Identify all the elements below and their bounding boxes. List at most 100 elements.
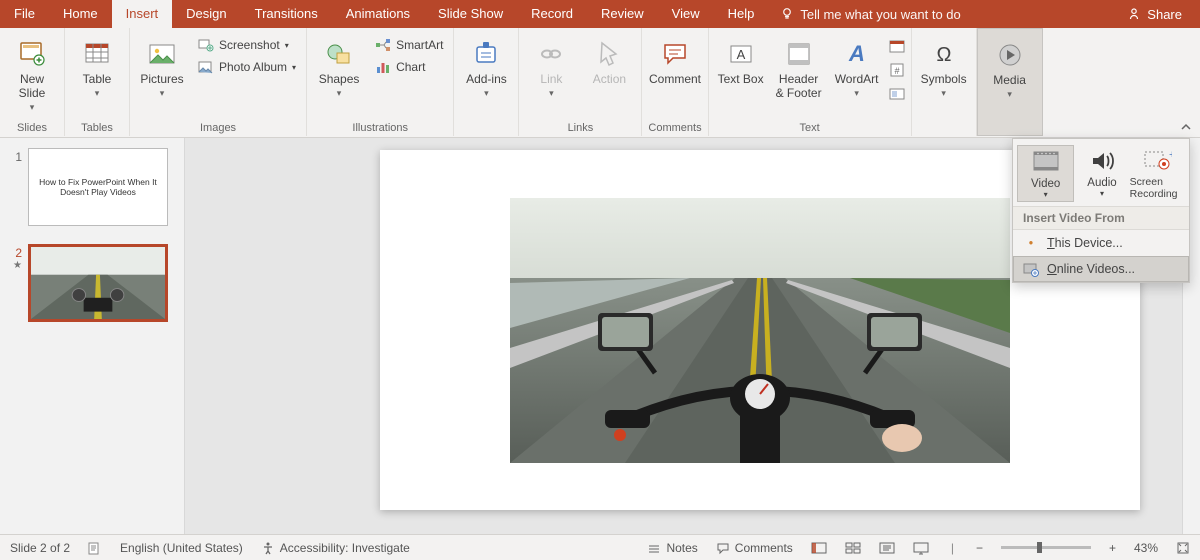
pictures-button[interactable]: Pictures ▾: [136, 36, 188, 100]
new-slide-label: New Slide: [8, 73, 56, 101]
comment-button[interactable]: Comment: [649, 36, 701, 89]
tell-me-search[interactable]: Tell me what you want to do: [768, 7, 972, 22]
photo-album-button[interactable]: Photo Album ▾: [194, 58, 300, 76]
ribbon: New Slide ▾ Slides Table ▾ Tables Pictur: [0, 28, 1200, 138]
share-icon: [1127, 7, 1141, 21]
share-button[interactable]: Share: [1109, 7, 1200, 22]
tab-record[interactable]: Record: [517, 0, 587, 28]
this-device-label: This Device...: [1047, 236, 1123, 250]
comments-button[interactable]: Comments: [716, 541, 793, 555]
slide-counter[interactable]: Slide 2 of 2: [10, 541, 70, 555]
slide1-title: How to Fix PowerPoint When It Doesn't Pl…: [33, 177, 163, 197]
chevron-down-icon: ▾: [95, 88, 100, 98]
audio-icon: [1087, 147, 1117, 175]
chevron-down-icon: ▾: [854, 88, 859, 98]
tab-file[interactable]: File: [0, 0, 49, 28]
slide-thumbnail-2[interactable]: [28, 244, 168, 322]
tab-help[interactable]: Help: [714, 0, 769, 28]
textbox-button[interactable]: A Text Box: [715, 36, 767, 89]
shapes-button[interactable]: Shapes ▾: [313, 36, 365, 100]
shapes-icon: [323, 38, 355, 70]
this-device-item[interactable]: • This Device...: [1013, 230, 1189, 256]
online-video-icon: [1023, 261, 1039, 277]
smartart-label: SmartArt: [396, 38, 443, 52]
textbox-label: Text Box: [718, 73, 764, 87]
zoom-slider[interactable]: [1001, 546, 1091, 549]
reading-view-button[interactable]: [879, 541, 895, 555]
normal-view-button[interactable]: [811, 541, 827, 555]
addins-label: Add-ins: [466, 73, 507, 87]
group-text: A Text Box Header & Footer A WordArt ▾ #: [709, 28, 912, 136]
video-menu-button[interactable]: Video ▾: [1017, 145, 1074, 202]
pictures-icon: [146, 38, 178, 70]
date-time-icon[interactable]: [889, 38, 905, 54]
video-icon: [1031, 148, 1061, 176]
chevron-down-icon: ▾: [1007, 89, 1012, 99]
wordart-label: WordArt: [835, 73, 879, 87]
share-label: Share: [1147, 7, 1182, 22]
chart-button[interactable]: Chart: [371, 58, 447, 76]
tab-design[interactable]: Design: [172, 0, 240, 28]
tab-home[interactable]: Home: [49, 0, 112, 28]
link-icon: [535, 38, 567, 70]
slide-thumbnail-1[interactable]: How to Fix PowerPoint When It Doesn't Pl…: [28, 148, 168, 226]
video-placeholder[interactable]: [510, 198, 1010, 463]
screenshot-button[interactable]: Screenshot ▾: [194, 36, 300, 54]
audio-menu-label: Audio: [1087, 177, 1116, 189]
chevron-down-icon: ▾: [484, 88, 489, 98]
chevron-down-icon: ▾: [1100, 189, 1104, 198]
spell-check-icon[interactable]: [88, 541, 102, 555]
chevron-down-icon: ▾: [337, 88, 342, 98]
animation-star-icon: ★: [13, 260, 22, 271]
symbols-icon: Ω: [928, 38, 960, 70]
zoom-in-button[interactable]: +: [1109, 541, 1116, 555]
language-button[interactable]: English (United States): [120, 541, 243, 555]
collapse-ribbon-button[interactable]: [1180, 121, 1192, 133]
accessibility-button[interactable]: Accessibility: Investigate: [261, 541, 410, 555]
divider: |: [947, 541, 958, 555]
comments-label: Comments: [735, 541, 793, 555]
screen-recording-button[interactable]: + Screen Recording: [1130, 145, 1185, 202]
bullet-icon: •: [1023, 235, 1039, 251]
table-button[interactable]: Table ▾: [71, 36, 123, 100]
header-footer-button[interactable]: Header & Footer: [773, 36, 825, 103]
object-icon[interactable]: [889, 86, 905, 102]
photo-album-icon: [198, 59, 214, 75]
slide-sorter-button[interactable]: [845, 541, 861, 555]
zoom-out-button[interactable]: −: [976, 541, 983, 555]
slideshow-view-button[interactable]: [913, 541, 929, 555]
media-button[interactable]: Media ▾: [984, 37, 1036, 101]
zoom-level[interactable]: 43%: [1134, 541, 1158, 555]
tab-transitions[interactable]: Transitions: [241, 0, 332, 28]
tab-review[interactable]: Review: [587, 0, 658, 28]
textbox-icon: A: [725, 38, 757, 70]
fit-to-window-button[interactable]: [1176, 541, 1190, 555]
addins-button[interactable]: Add-ins ▾: [460, 36, 512, 100]
chevron-down-icon: ▾: [160, 88, 165, 98]
link-button: Link ▾: [525, 36, 577, 100]
symbols-label: Symbols: [921, 73, 967, 87]
notes-button[interactable]: Notes: [647, 541, 697, 555]
smartart-icon: [375, 37, 391, 53]
tab-view[interactable]: View: [658, 0, 714, 28]
chevron-down-icon: ▾: [941, 88, 946, 98]
tab-animations[interactable]: Animations: [332, 0, 424, 28]
online-videos-item[interactable]: Online Videos...: [1013, 256, 1189, 282]
smartart-button[interactable]: SmartArt: [371, 36, 447, 54]
screenshot-label: Screenshot: [219, 38, 280, 52]
slide-number-icon[interactable]: #: [889, 62, 905, 78]
new-slide-button[interactable]: New Slide ▾: [6, 36, 58, 114]
audio-menu-button[interactable]: Audio ▾: [1074, 145, 1129, 202]
addins-icon: [470, 38, 502, 70]
tab-insert[interactable]: Insert: [112, 0, 173, 28]
online-videos-label: Online Videos...: [1047, 262, 1135, 276]
group-addins: Add-ins ▾: [454, 28, 519, 136]
wordart-button[interactable]: A WordArt ▾: [831, 36, 883, 100]
group-media: Media ▾: [977, 28, 1043, 136]
group-tables: Table ▾ Tables: [65, 28, 130, 136]
symbols-button[interactable]: Ω Symbols ▾: [918, 36, 970, 100]
comment-icon: [659, 38, 691, 70]
status-bar: Slide 2 of 2 English (United States) Acc…: [0, 534, 1200, 560]
group-slides: New Slide ▾ Slides: [0, 28, 65, 136]
tab-slideshow[interactable]: Slide Show: [424, 0, 517, 28]
